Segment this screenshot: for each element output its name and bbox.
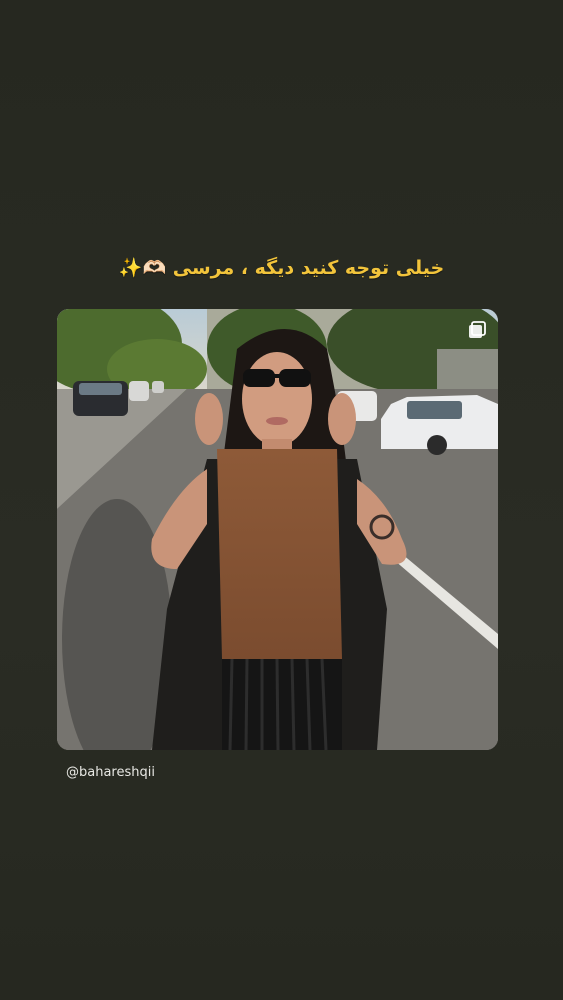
username-handle[interactable]: @bahareshqii	[66, 765, 155, 780]
shared-post[interactable]	[57, 309, 498, 750]
multiple-posts-icon	[469, 321, 486, 338]
post-photo	[57, 309, 498, 750]
story-caption: خیلی توجه کنید دیگه ، مرسی 🫶🏻✨	[118, 257, 445, 279]
